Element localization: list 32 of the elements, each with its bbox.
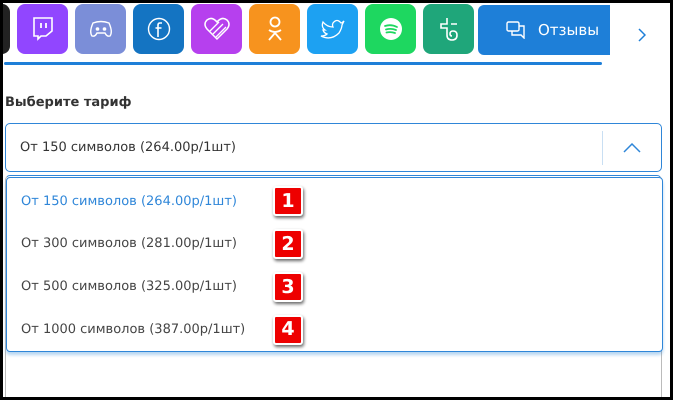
icon-tile[interactable] (17, 4, 68, 54)
icon-tile[interactable] (191, 4, 242, 54)
icon-tile[interactable] (307, 4, 358, 54)
f-circle-icon (146, 17, 170, 41)
hook-icon (438, 16, 460, 42)
number-badge: 2 (273, 229, 303, 260)
chat-bubbles-icon (506, 21, 526, 39)
field-label: Выберите тариф (5, 95, 132, 111)
waves-circle-icon (378, 17, 402, 41)
tv-icon (32, 17, 54, 41)
gamepad-icon (88, 20, 112, 38)
select-value: От 150 символов (264.00р/1шт) (20, 138, 237, 157)
reviews-button[interactable]: Отзывы (478, 5, 610, 55)
number-badge: 1 (273, 186, 303, 216)
chevron-up-icon[interactable] (623, 142, 641, 152)
bird-icon (320, 18, 346, 40)
icon-tile[interactable] (249, 4, 300, 54)
stick-figure-icon (266, 16, 284, 42)
tariff-option[interactable]: От 1000 символов (387.00р/1шт) (21, 320, 261, 340)
icon-tile[interactable] (423, 4, 474, 54)
heart-icon (204, 17, 230, 41)
icon-tile[interactable] (75, 4, 126, 54)
chevron-right-icon[interactable] (638, 28, 646, 42)
icon-tile[interactable] (133, 4, 184, 54)
number-badge: 3 (273, 272, 303, 302)
icon-tile[interactable] (365, 4, 416, 54)
tariff-option[interactable]: От 500 символов (325.00р/1шт) (21, 277, 261, 297)
number-badge: 4 (273, 314, 303, 345)
icon-tile[interactable] (3, 4, 10, 54)
tariff-option[interactable]: От 150 символов (264.00р/1шт) (21, 192, 261, 212)
tariff-select[interactable]: От 150 символов (264.00р/1шт) (5, 123, 662, 172)
tariff-option[interactable]: От 300 символов (281.00р/1шт) (21, 234, 261, 254)
